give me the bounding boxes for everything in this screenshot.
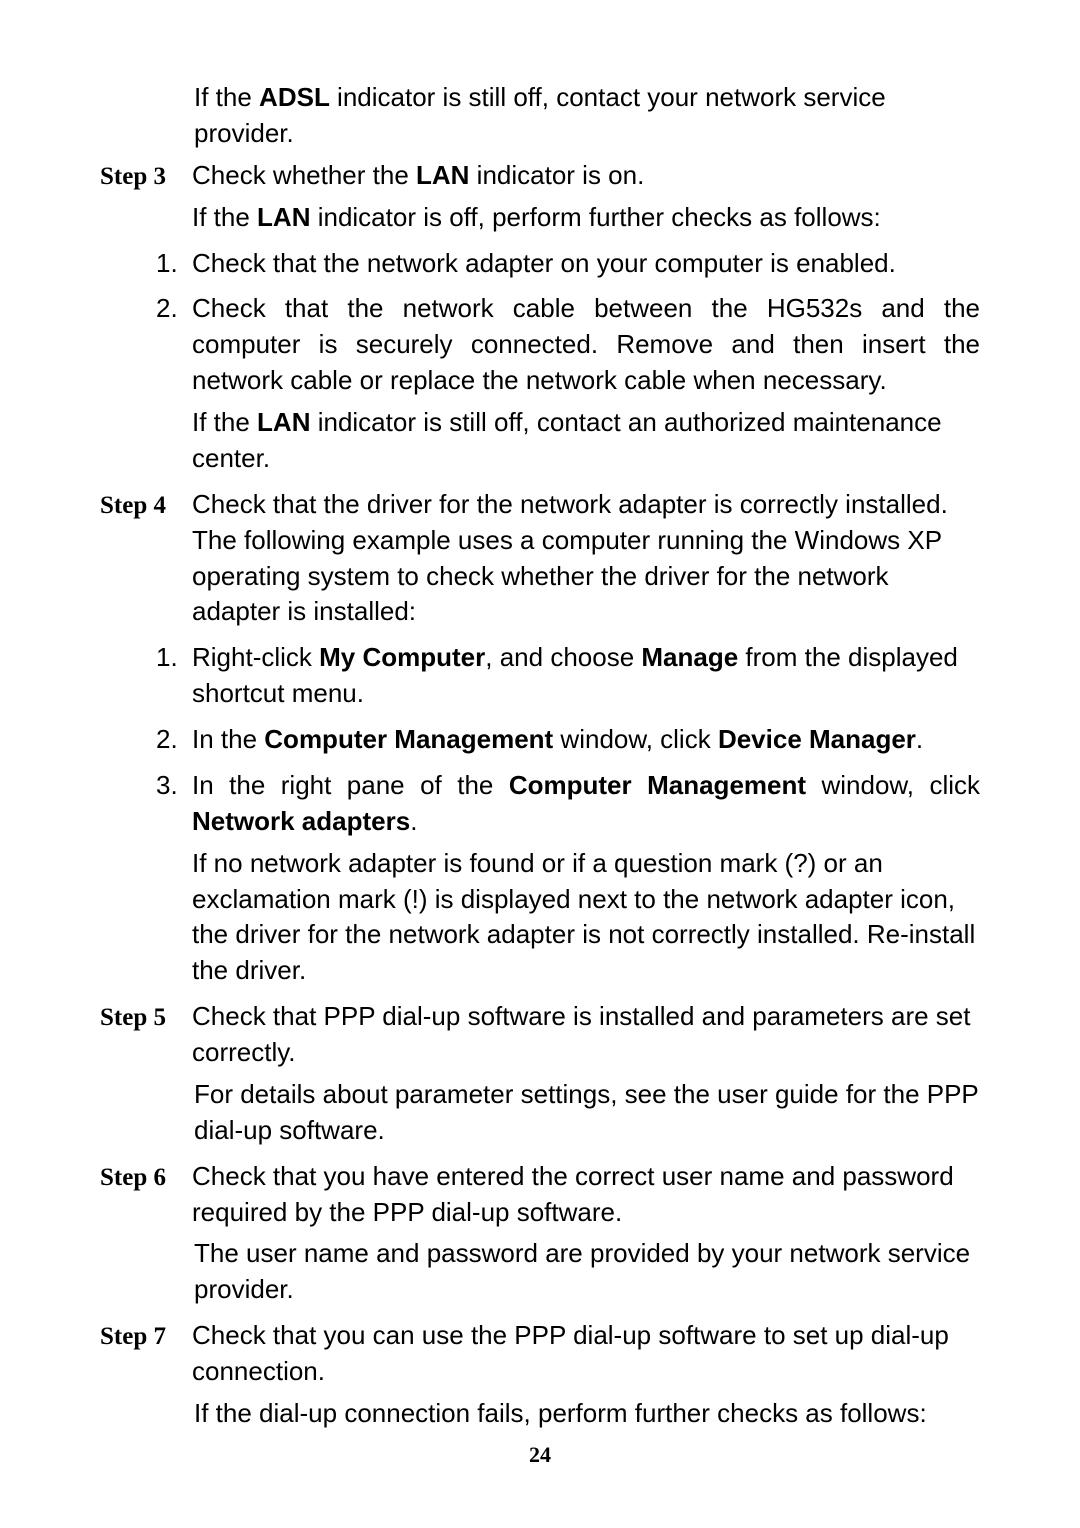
step4-item3a-b2: Network adapters bbox=[192, 806, 410, 836]
step4-item1: 1. Right-click My Computer, and choose M… bbox=[156, 640, 980, 718]
step-3: Step 3 Check whether the LAN indicator i… bbox=[100, 158, 980, 242]
step4-item1-pre: Right-click bbox=[192, 642, 319, 672]
step7-line1: Check that you can use the PPP dial-up s… bbox=[192, 1318, 980, 1390]
step-5: Step 5 Check that PPP dial-up software i… bbox=[100, 999, 980, 1155]
document-page: If the ADSL indicator is still off, cont… bbox=[0, 0, 1080, 1528]
step3-line1-bold: LAN bbox=[416, 160, 469, 190]
step4-item2: 2. In the Computer Management window, cl… bbox=[156, 722, 980, 764]
step4-item3a-pre: In the right pane of the bbox=[192, 770, 509, 800]
step4-item2-post: . bbox=[916, 724, 923, 754]
step3-line1-pre: Check whether the bbox=[192, 160, 416, 190]
intro-bold-adsl: ADSL bbox=[259, 82, 330, 112]
step5-line1: Check that PPP dial-up software is insta… bbox=[192, 999, 980, 1071]
step4-line1: Check that the driver for the network ad… bbox=[192, 487, 980, 631]
step4-item2-b2: Device Manager bbox=[718, 724, 916, 754]
step3-item2: 2. Check that the network cable between … bbox=[156, 291, 980, 482]
step-7: Step 7 Check that you can use the PPP di… bbox=[100, 1318, 980, 1438]
body-area: If the ADSL indicator is still off, cont… bbox=[100, 80, 980, 1438]
step-4-label: Step 4 bbox=[100, 487, 192, 637]
list-number: 3. bbox=[156, 768, 192, 995]
step4-item1-mid: , and choose bbox=[485, 642, 641, 672]
step3-line1-post: indicator is on. bbox=[469, 160, 644, 190]
step4-item1-b2: Manage bbox=[641, 642, 738, 672]
step4-item3a-b1: Computer Management bbox=[509, 770, 806, 800]
step3-item1: 1. Check that the network adapter on you… bbox=[156, 246, 980, 288]
step3-line2-post: indicator is off, perform further checks… bbox=[310, 202, 880, 232]
step6-line1: Check that you have entered the correct … bbox=[192, 1159, 980, 1231]
step4-item3a-mid: window, click bbox=[806, 770, 980, 800]
step-7-content: Check that you can use the PPP dial-up s… bbox=[192, 1318, 980, 1438]
step4-item2-pre: In the bbox=[192, 724, 264, 754]
step3-item2b-bold: LAN bbox=[257, 407, 310, 437]
step4-item3a-post: . bbox=[410, 806, 417, 836]
step-4-list: 1. Right-click My Computer, and choose M… bbox=[100, 640, 980, 995]
step4-item2-b1: Computer Management bbox=[264, 724, 553, 754]
step4-item1-b1: My Computer bbox=[319, 642, 485, 672]
step-3-label: Step 3 bbox=[100, 158, 192, 242]
page-number: 24 bbox=[0, 1442, 1080, 1468]
step-5-label: Step 5 bbox=[100, 999, 192, 1155]
step-6-label: Step 6 bbox=[100, 1159, 192, 1315]
list-number: 1. bbox=[156, 640, 192, 718]
step-5-content: Check that PPP dial-up software is insta… bbox=[192, 999, 980, 1155]
step5-line2: For details about parameter settings, se… bbox=[192, 1077, 980, 1149]
step4-item2-mid: window, click bbox=[553, 724, 718, 754]
list-number: 1. bbox=[156, 246, 192, 288]
step3-item1-text: Check that the network adapter on your c… bbox=[192, 246, 980, 282]
step3-item2b-pre: If the bbox=[192, 407, 257, 437]
step3-item2a-text: Check that the network cable between the… bbox=[192, 291, 980, 399]
step-6-content: Check that you have entered the correct … bbox=[192, 1159, 980, 1315]
list-number: 2. bbox=[156, 291, 192, 482]
step-7-label: Step 7 bbox=[100, 1318, 192, 1438]
step-6: Step 6 Check that you have entered the c… bbox=[100, 1159, 980, 1315]
intro-paragraph: If the ADSL indicator is still off, cont… bbox=[100, 80, 980, 152]
step4-item3b: If no network adapter is found or if a q… bbox=[192, 846, 980, 990]
intro-text-pre: If the bbox=[194, 82, 259, 112]
step3-line2-pre: If the bbox=[192, 202, 257, 232]
step-4: Step 4 Check that the driver for the net… bbox=[100, 487, 980, 637]
step-3-list: 1. Check that the network adapter on you… bbox=[100, 246, 980, 483]
list-number: 2. bbox=[156, 722, 192, 764]
step-3-content: Check whether the LAN indicator is on. I… bbox=[192, 158, 980, 242]
step-4-content: Check that the driver for the network ad… bbox=[192, 487, 980, 637]
step7-line2: If the dial-up connection fails, perform… bbox=[192, 1396, 980, 1432]
step6-line2: The user name and password are provided … bbox=[192, 1236, 980, 1308]
step3-line2-bold: LAN bbox=[257, 202, 310, 232]
step4-item3: 3. In the right pane of the Computer Man… bbox=[156, 768, 980, 995]
